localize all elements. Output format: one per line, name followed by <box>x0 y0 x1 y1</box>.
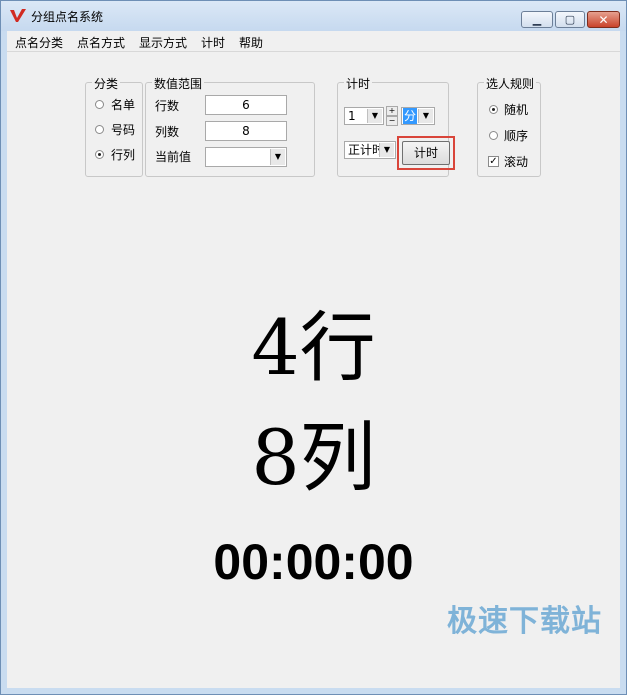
menu-item-timing[interactable]: 计时 <box>201 34 225 51</box>
rules-label-random: 随机 <box>504 103 529 117</box>
spin-up-icon[interactable]: + <box>386 106 398 116</box>
cols-input[interactable]: 8 <box>205 121 287 141</box>
range-legend: 数值范围 <box>152 75 205 92</box>
timing-unit-combo[interactable]: 分 ▼ <box>401 107 435 125</box>
app-logo-icon <box>10 9 26 22</box>
rules-group: 选人规则 随机 顺序 ✓ 滚动 <box>477 75 541 177</box>
menu-bar: 点名分类 点名方式 显示方式 计时 帮助 <box>7 31 620 52</box>
chevron-down-icon: ▼ <box>367 109 382 123</box>
timing-unit-text: 分 <box>403 108 418 124</box>
menu-item-help[interactable]: 帮助 <box>239 34 263 51</box>
timer-button[interactable]: 计时 <box>402 141 450 165</box>
timer-display: 00:00:00 <box>213 534 414 590</box>
menu-item-display[interactable]: 显示方式 <box>139 34 187 51</box>
rules-radio-random[interactable] <box>489 105 498 114</box>
current-value-combo[interactable]: ▼ <box>205 147 287 167</box>
rules-legend: 选人规则 <box>484 75 537 92</box>
window-title: 分组点名系统 <box>31 10 104 24</box>
maximize-button[interactable]: ▢ <box>555 11 585 28</box>
chevron-down-icon: ▼ <box>418 109 433 123</box>
timing-group: 计时 1 ▼ + − 分 ▼ 正计时 ▼ 计时 <box>337 75 455 177</box>
minimize-button[interactable]: ▁ <box>521 11 553 28</box>
watermark-text: 极速下载站 <box>447 604 602 639</box>
chevron-down-icon: ▼ <box>270 149 285 165</box>
chevron-down-icon: ▼ <box>379 143 394 157</box>
spin-down-icon[interactable]: − <box>386 116 398 126</box>
maximize-icon: ▢ <box>564 13 576 26</box>
rules-radio-order[interactable] <box>489 131 498 140</box>
rows-input[interactable]: 6 <box>205 95 287 115</box>
menu-item-classify[interactable]: 点名分类 <box>15 34 63 51</box>
classify-legend: 分类 <box>92 75 121 92</box>
timing-legend: 计时 <box>344 75 373 92</box>
result-row-text: 4行 <box>251 303 376 392</box>
menu-item-method[interactable]: 点名方式 <box>77 34 125 51</box>
timing-amount-combo[interactable]: 1 ▼ <box>344 107 384 125</box>
rules-label-order: 顺序 <box>504 129 529 143</box>
scroll-label: 滚动 <box>504 155 529 169</box>
result-col-text: 8列 <box>251 413 376 502</box>
classify-radio-rowcol[interactable] <box>95 150 104 159</box>
timing-mode-combo[interactable]: 正计时 ▼ <box>344 141 396 159</box>
classify-radio-number[interactable] <box>95 125 104 134</box>
scroll-checkbox[interactable]: ✓ <box>488 156 499 167</box>
cols-label: 列数 <box>155 125 180 139</box>
close-icon: ✕ <box>598 12 609 27</box>
app-window: 分组点名系统 ▁ ▢ ✕ 点名分类 点名方式 显示方式 计时 帮助 分类 名单 … <box>0 0 627 695</box>
timing-amount-text: 1 <box>348 109 356 123</box>
timing-spinner[interactable]: + − <box>386 106 398 126</box>
classify-label-rowcol: 行列 <box>111 148 136 162</box>
current-label: 当前值 <box>155 150 192 164</box>
minimize-icon: ▁ <box>532 13 542 26</box>
classify-label-list: 名单 <box>111 98 136 112</box>
close-button[interactable]: ✕ <box>587 11 620 28</box>
classify-group: 分类 名单 号码 行列 <box>85 75 143 177</box>
client-area: 分类 名单 号码 行列 数值范围 行数 6 列数 8 当前值 ▼ 计时 1 ▼ … <box>7 52 620 688</box>
classify-radio-list[interactable] <box>95 100 104 109</box>
title-bar[interactable]: 分组点名系统 ▁ ▢ ✕ <box>1 1 626 31</box>
range-group: 数值范围 行数 6 列数 8 当前值 ▼ <box>145 75 315 177</box>
rows-label: 行数 <box>155 99 180 113</box>
classify-label-number: 号码 <box>111 123 136 137</box>
